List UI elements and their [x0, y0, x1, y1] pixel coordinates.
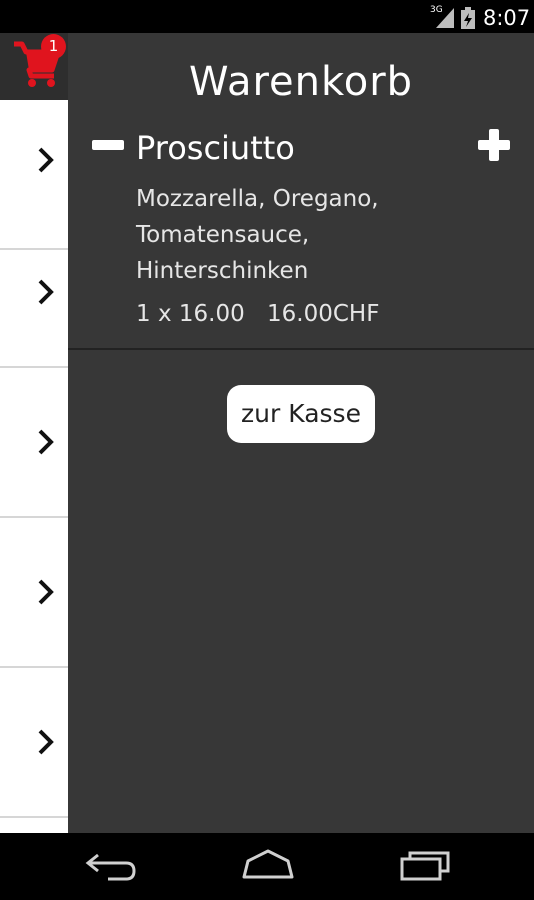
- minus-icon: [92, 140, 124, 150]
- cart-count-badge: 1: [41, 34, 66, 59]
- signal-icon: [436, 8, 454, 28]
- battery-icon: [461, 7, 475, 29]
- chevron-right-icon: [38, 279, 54, 305]
- list-item[interactable]: [0, 518, 68, 668]
- chevron-right-icon: [38, 147, 54, 173]
- chevron-right-icon: [38, 429, 54, 455]
- cart-item-total: 16.00CHF: [267, 301, 380, 327]
- home-icon[interactable]: [240, 847, 296, 883]
- list-item[interactable]: [0, 368, 68, 518]
- drawer-title: Warenkorb: [188, 59, 414, 105]
- divider: [68, 348, 534, 350]
- chevron-right-icon: [38, 729, 54, 755]
- clock: 8:07: [483, 6, 531, 30]
- cart-item-ingredients: Mozzarella, Oregano, Tomatensauce, Hinte…: [136, 186, 379, 284]
- plus-icon: [478, 129, 510, 161]
- increase-quantity-button[interactable]: [476, 127, 512, 163]
- status-bar: 3G 8:07: [0, 0, 534, 33]
- cart-item-name: Prosciutto: [136, 129, 295, 167]
- navigation-bar: [0, 833, 534, 900]
- cart-drawer: Warenkorb Prosciutto Mozzarella, Oregano…: [68, 33, 534, 833]
- cart-item-quantity-price: 1 x 16.00: [136, 301, 245, 327]
- back-icon[interactable]: [84, 847, 140, 883]
- recent-apps-icon[interactable]: [398, 847, 454, 883]
- checkout-button[interactable]: zur Kasse: [227, 385, 375, 443]
- decrease-quantity-button[interactable]: [90, 137, 126, 153]
- chevron-right-icon: [38, 579, 54, 605]
- list-item[interactable]: [0, 218, 68, 368]
- product-list: [0, 100, 68, 833]
- list-item[interactable]: [0, 668, 68, 818]
